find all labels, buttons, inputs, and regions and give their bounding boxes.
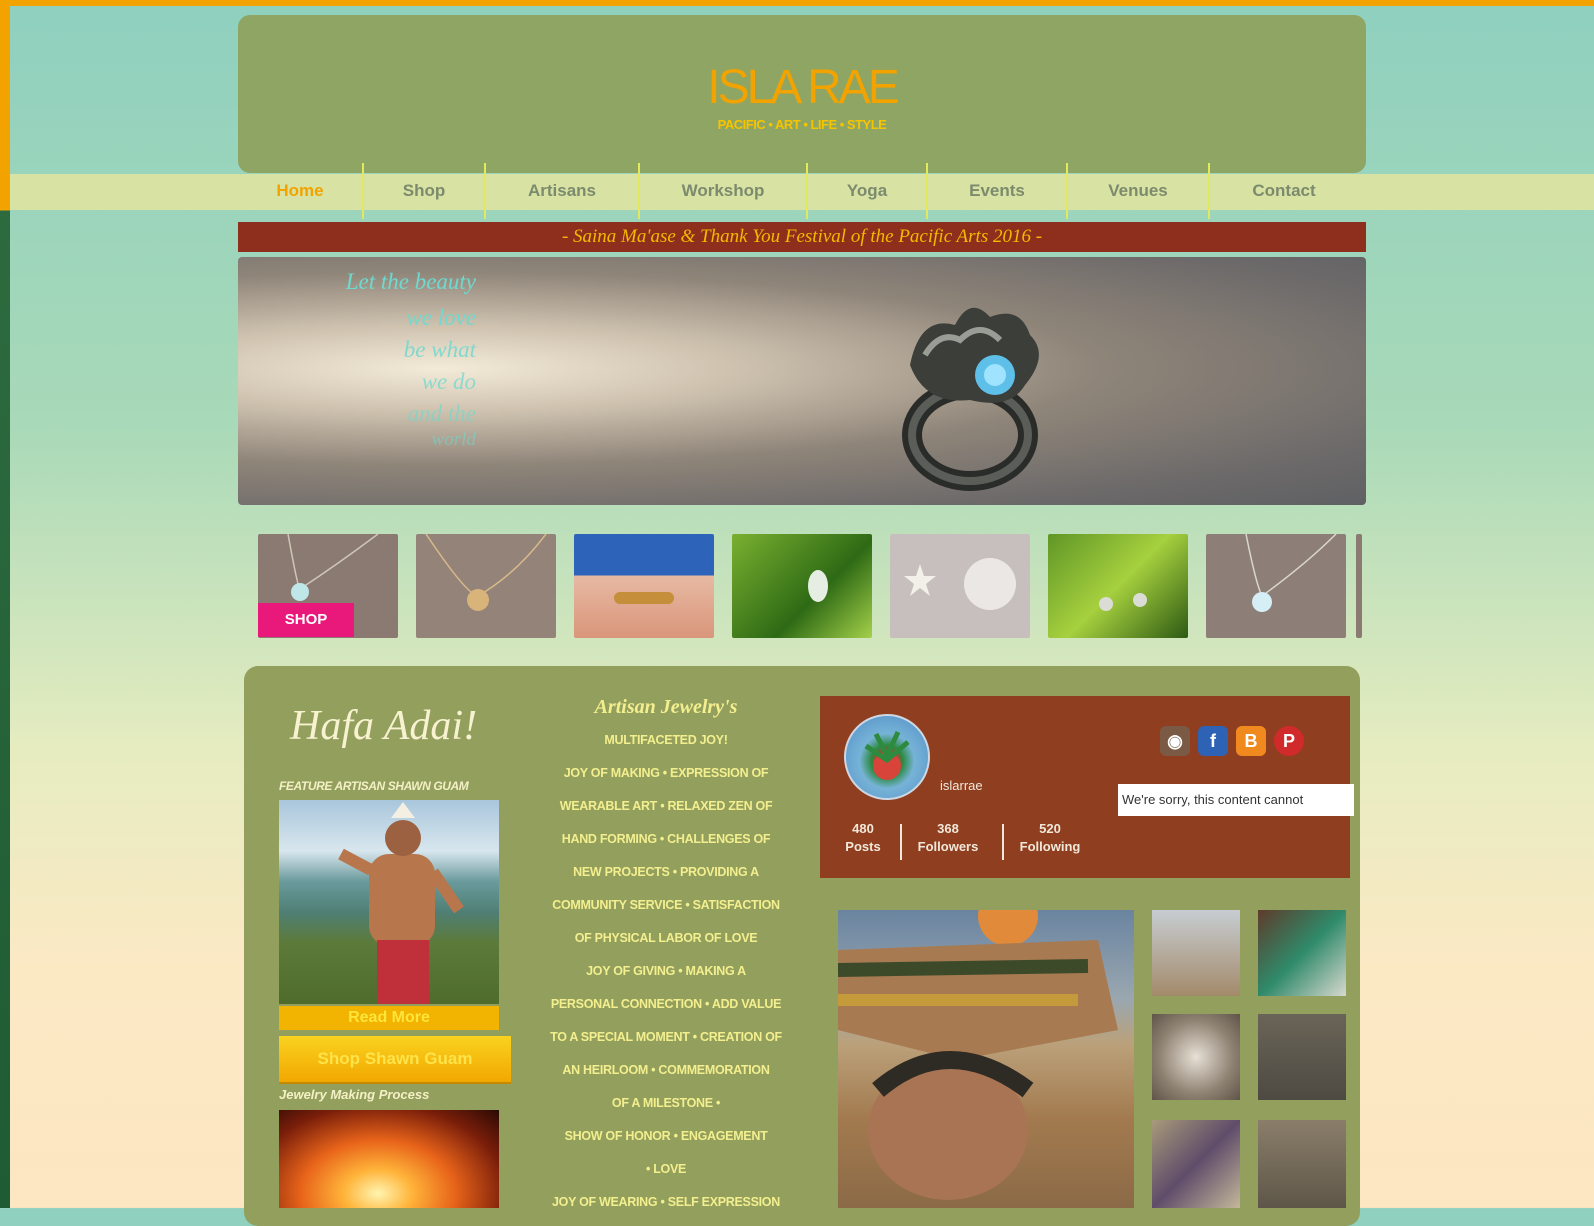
greeting-heading: Hafa Adai! — [290, 703, 478, 749]
nav-item-contact[interactable]: Contact — [1210, 163, 1358, 219]
artisan-figure-image — [338, 802, 464, 1004]
earrings-on-leaf-image — [1099, 593, 1147, 611]
hero-poem-line: be what — [403, 337, 476, 362]
instagram-grid-photo[interactable] — [1258, 910, 1346, 996]
stat-following: 520 Following — [1006, 820, 1094, 856]
blogger-icon[interactable]: B — [1236, 726, 1266, 756]
joy-text-line: JOY OF GIVING • MAKING A — [586, 964, 746, 978]
flower-image — [864, 730, 910, 780]
joy-text-line: • LOVE — [645, 1162, 687, 1176]
profile-avatar[interactable] — [844, 714, 930, 800]
stat-label: Followers — [917, 839, 979, 854]
instagram-widget: islarrae 480 Posts 368 Followers 520 Fol… — [820, 696, 1354, 878]
stat-divider — [1002, 824, 1004, 860]
joy-text-line: HAND FORMING • CHALLENGES OF — [561, 832, 771, 846]
stat-posts: 480 Posts — [834, 820, 892, 856]
instagram-grid-photo[interactable] — [1152, 1014, 1240, 1100]
joy-text-line: TO A SPECIAL MOMENT • CREATION OF — [550, 1030, 782, 1044]
stat-label: Posts — [845, 839, 881, 854]
joy-text-line: AN HEIRLOOM • COMMEMORATION — [562, 1063, 770, 1077]
site-header: ISLA RAE PACIFIC • ART • LIFE • STYLE — [238, 15, 1366, 173]
jewelry-process-photo[interactable] — [279, 1110, 499, 1208]
main-nav: Home Shop Artisans Workshop Yoga Events … — [238, 163, 1366, 219]
jewelry-process-label: Jewelry Making Process — [279, 1087, 430, 1102]
product-thumb[interactable]: SHOP — [258, 534, 398, 638]
necklace-image — [425, 534, 547, 611]
joy-text-line: JOY OF MAKING • EXPRESSION OF — [563, 766, 769, 780]
pinterest-icon[interactable]: P — [1274, 726, 1304, 756]
hero-poem-line: we love — [406, 305, 476, 330]
hero-image: Let the beauty we love be what we do and… — [238, 257, 1366, 505]
hero-poem-line: world — [431, 429, 476, 450]
nav-item-artisans[interactable]: Artisans — [486, 163, 638, 219]
nav-item-shop[interactable]: Shop — [364, 163, 484, 219]
feature-artisan-label: FEATURE ARTISAN SHAWN GUAM — [279, 779, 469, 793]
product-thumb[interactable] — [1206, 534, 1346, 638]
stat-value: 480 — [852, 821, 874, 836]
artisan-joy-text: Artisan Jewelry's MULTIFACETED JOY! JOY … — [528, 690, 804, 1219]
feature-artisan-photo[interactable] — [279, 800, 499, 1004]
stat-label: Following — [1019, 839, 1081, 854]
instagram-grid-photo[interactable] — [1258, 1014, 1346, 1100]
shop-tag-button[interactable]: SHOP — [258, 603, 354, 637]
joy-text-line: COMMUNITY SERVICE • SATISFACTION — [552, 898, 780, 912]
product-thumb[interactable] — [1048, 534, 1188, 638]
necklace-image — [1245, 534, 1337, 612]
nav-item-home[interactable]: Home — [238, 163, 362, 219]
hero-poem-line: we do — [421, 369, 476, 394]
joy-text-line: WEARABLE ART • RELAXED ZEN OF — [559, 799, 773, 813]
site-tagline: PACIFIC • ART • LIFE • STYLE — [717, 117, 887, 132]
person-photo-image — [838, 910, 1118, 1200]
stat-divider — [900, 824, 902, 860]
instagram-grid-photo[interactable] — [1258, 1120, 1346, 1208]
product-thumb[interactable] — [890, 534, 1030, 638]
joy-text-line: OF A MILESTONE • — [611, 1096, 721, 1110]
ring-image — [902, 307, 1039, 491]
hero-poem-line: and the — [407, 401, 476, 426]
artisan-joy-title: Artisan Jewelry's — [594, 696, 738, 718]
joy-text-line: JOY OF WEARING • SELF EXPRESSION — [552, 1195, 780, 1209]
product-thumb[interactable] — [416, 534, 556, 638]
nav-item-yoga[interactable]: Yoga — [808, 163, 926, 219]
embed-error-message: We're sorry, this content cannot — [1118, 784, 1354, 816]
facebook-icon[interactable]: f — [1198, 726, 1228, 756]
starfish-lace-image — [904, 558, 1016, 610]
joy-text-line: NEW PROJECTS • PROVIDING A — [573, 865, 759, 879]
announcement-banner[interactable]: - Saina Ma'ase & Thank You Festival of t… — [238, 222, 1366, 252]
rings-on-hand-image — [614, 592, 674, 604]
product-thumb[interactable] — [1356, 534, 1362, 638]
instagram-featured-photo[interactable] — [838, 910, 1134, 1208]
left-accent-bar — [0, 0, 10, 1208]
product-carousel: SHOP — [258, 534, 1362, 638]
instagram-username[interactable]: islarrae — [940, 778, 983, 793]
stat-value: 520 — [1039, 821, 1061, 836]
instagram-icon[interactable]: ◉ — [1160, 726, 1190, 756]
nav-item-venues[interactable]: Venues — [1068, 163, 1208, 219]
site-logo[interactable]: ISLA RAE — [238, 60, 1366, 115]
nav-item-workshop[interactable]: Workshop — [640, 163, 806, 219]
nav-item-events[interactable]: Events — [928, 163, 1066, 219]
joy-text-line: PERSONAL CONNECTION • ADD VALUE — [550, 997, 782, 1011]
stat-value: 368 — [937, 821, 959, 836]
instagram-grid-photo[interactable] — [1152, 910, 1240, 996]
stat-followers: 368 Followers — [904, 820, 992, 856]
joy-text-line: MULTIFACETED JOY! — [604, 733, 728, 747]
read-more-button[interactable]: Read More — [279, 1006, 499, 1030]
instagram-grid-photo[interactable] — [1152, 1120, 1240, 1208]
product-thumb[interactable] — [574, 534, 714, 638]
shop-artisan-button[interactable]: Shop Shawn Guam — [279, 1036, 511, 1084]
product-thumb[interactable] — [732, 534, 872, 638]
joy-text-line: OF PHYSICAL LABOR OF LOVE — [574, 931, 758, 945]
top-accent-bar — [0, 0, 1594, 6]
hero-poem-line: Let the beauty — [345, 269, 476, 294]
joy-text-line: SHOW OF HONOR • ENGAGEMENT — [564, 1129, 768, 1143]
earring-on-leaf-image — [808, 570, 828, 602]
